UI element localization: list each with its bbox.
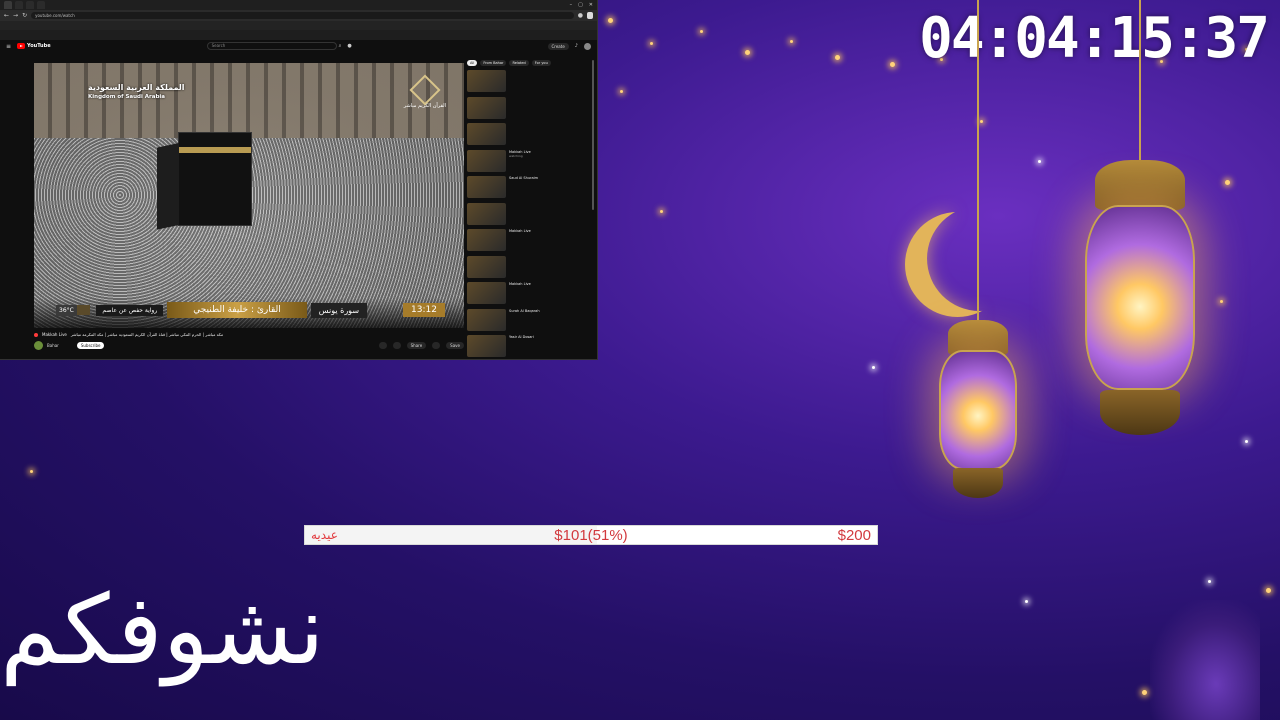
save-button[interactable]: Save [446,342,464,349]
extension-icon[interactable]: ● [578,12,583,19]
recommended-video-title[interactable]: Saud Al Shuraim [509,176,595,181]
surah-label: سورة يونس [310,302,368,318]
video-player[interactable]: المملكة العربية السعودية Kingdom of Saud… [34,63,464,328]
chip-for-you[interactable]: For you [531,60,551,66]
close-icon[interactable]: ✕ [589,2,593,8]
recommended-video-title[interactable]: Yasir Al Dosari [509,335,595,340]
dislike-button[interactable] [392,342,401,349]
recommended-video[interactable]: Surah Al Baqarah [467,308,595,332]
farewell-text: نشوفكم [0,574,325,686]
video-thumbnail[interactable] [467,308,506,331]
temperature: 36°C [56,304,77,316]
maximize-icon[interactable]: ▢ [578,2,583,8]
donation-goal-bar: عيديه $101(51%) $200 [304,525,878,545]
youtube-play-icon [17,43,26,49]
live-icon [34,332,38,337]
url-field[interactable]: youtube.com/watch [31,12,574,19]
microphone-icon[interactable]: ● [347,43,351,49]
browser-tab[interactable] [4,1,12,9]
tab-bar: – ▢ ✕ [0,0,597,10]
recommended-video[interactable]: Saud Al Shuraim [467,176,595,199]
recommended-video[interactable] [467,255,595,279]
flower-decoration [1150,600,1260,720]
youtube-logo-text: YouTube [27,43,51,49]
reload-icon[interactable]: ↻ [22,12,27,19]
chip-related[interactable]: Related [509,60,529,66]
recommended-video-title[interactable]: Surah Al Baqarah [509,309,595,314]
recommended-video[interactable]: Makkah Live [467,229,595,252]
share-button[interactable]: Share [406,342,427,349]
search-input[interactable]: Search [206,42,337,50]
goal-current-amount: $101(51%) [554,527,628,544]
channel-logo-text: القرآن الكريم مباشر [403,103,446,109]
recommended-video[interactable] [467,70,595,93]
browser-tab[interactable] [37,1,45,9]
youtube-logo[interactable]: YouTube [17,43,51,49]
video-thumbnail[interactable] [467,70,506,92]
info-bar [0,30,597,40]
sidebar-scrollbar[interactable] [592,60,594,210]
menu-icon[interactable]: ≡ [6,43,11,50]
video-thumbnail[interactable] [467,229,506,251]
video-overlay-title-en: Kingdom of Saudi Arabia [88,94,165,100]
browser-tab[interactable] [26,1,34,9]
video-thumbnail[interactable] [467,282,506,304]
video-thumbnail[interactable] [467,96,506,119]
youtube-header: ≡ YouTube Search ⌕ ● Create ♪ [0,40,597,52]
bookmarks-bar [0,21,597,30]
lower-third: 36°C رواية حفص عن عاصم القارئ : خليفة ال… [34,300,464,320]
relaunch-button[interactable] [587,12,593,19]
video-thumbnail[interactable] [467,123,506,145]
search-icon[interactable]: ⌕ [339,43,342,49]
video-thumbnail[interactable] [467,335,506,357]
clip-button[interactable] [432,342,441,349]
recommended-video-title[interactable]: Makkah Live [509,229,595,234]
video-metadata: Makkah Live مكة مباشر | الحرم المكي مباش… [34,332,464,350]
browser-window: – ▢ ✕ ← → ↻ youtube.com/watch ● ≡ YouTub… [0,0,598,360]
channel-name[interactable]: Bahar [47,343,59,348]
recommended-video[interactable] [467,96,595,120]
video-thumbnail[interactable] [467,176,506,198]
recommended-video[interactable]: Yasir Al Dosari [467,335,595,358]
small-lantern-icon [928,0,1028,500]
clock-label: 13:12 [403,303,445,317]
chip-from-channel[interactable]: From Bahar [480,60,507,66]
kaaba-image [157,133,251,230]
subscribe-button[interactable]: Subscribe [76,342,105,349]
colonnade-image [34,63,464,138]
avatar[interactable] [584,42,591,50]
date-badge [76,305,91,315]
back-icon[interactable]: ← [4,12,9,19]
recommended-video-title[interactable]: Makkah Live [509,282,595,287]
video-thumbnail[interactable] [467,202,506,225]
recommendations-sidebar: All From Bahar Related For you Makkah Li… [467,60,595,359]
recommended-video[interactable] [467,123,595,146]
video-overlay-title-ar: المملكة العربية السعودية [88,83,185,92]
address-bar: ← → ↻ youtube.com/watch ● [0,10,597,21]
create-button[interactable]: Create [547,42,569,50]
chip-all[interactable]: All [467,60,478,66]
recommended-video[interactable]: Makkah Live [467,282,595,305]
forward-icon[interactable]: → [13,12,18,19]
qari-label: القارئ : خليفة الطنيجي [167,302,307,318]
recommended-video-meta: watching [509,154,523,158]
riwaya-label: رواية حفص عن عاصم [96,304,164,316]
video-thumbnail[interactable] [467,149,506,172]
channel-avatar[interactable] [34,341,43,350]
notifications-icon[interactable]: ♪ [575,43,578,49]
like-button[interactable] [378,342,387,349]
recommended-video[interactable] [467,202,595,226]
browser-tab[interactable] [15,1,23,9]
video-title: مكة مباشر | الحرم المكي مباشر | قناة الق… [70,332,224,337]
goal-target-amount: $200 [837,527,871,544]
large-lantern-icon [1070,0,1210,460]
minimize-icon[interactable]: – [570,2,573,8]
video-thumbnail[interactable] [467,255,506,278]
live-label: Makkah Live [42,332,67,337]
recommended-video[interactable]: Makkah Live watching [467,149,595,173]
